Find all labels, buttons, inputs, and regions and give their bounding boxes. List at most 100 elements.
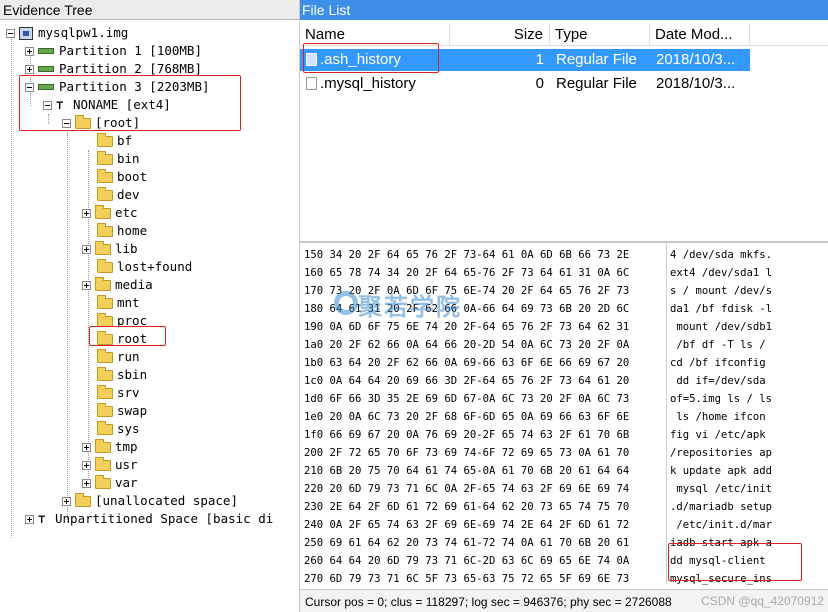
- tree-node-folder[interactable]: bf: [97, 132, 132, 150]
- hex-offset: 240: [304, 519, 324, 531]
- file-row[interactable]: .mysql_history 0 Regular File 2018/10/3.…: [300, 73, 750, 95]
- hex-row: 230 2E 64 2F 6D 61 72 69 61-64 62 20 73 …: [304, 498, 629, 516]
- tree-node-folder[interactable]: boot: [97, 168, 147, 186]
- hex-row: 1d0 6F 66 3D 35 2E 69 6D 67-0A 6C 73 20 …: [304, 390, 629, 408]
- tree-node-folder[interactable]: home: [97, 222, 147, 240]
- tree-node-folder[interactable]: lost+found: [97, 258, 192, 276]
- tree-node-folder[interactable]: bin: [97, 150, 140, 168]
- watermark-text: 聚若学院: [358, 294, 462, 321]
- hex-row: 1a0 20 2F 62 66 0A 64 66 20-2D 54 0A 6C …: [304, 336, 629, 354]
- tree-node-folder[interactable]: etc: [82, 204, 138, 222]
- expand-toggle[interactable]: [82, 208, 91, 218]
- tree-node-folder[interactable]: srv: [97, 384, 140, 402]
- hex-row: 220 20 6D 79 73 71 6C 0A 2F-65 74 63 2F …: [304, 480, 629, 498]
- collapse-toggle[interactable]: [6, 28, 15, 38]
- tree-node-label: usr: [115, 457, 138, 472]
- hex-divider: [666, 243, 667, 583]
- column-header-type[interactable]: Type: [550, 24, 650, 46]
- watermark-logo-icon: [334, 291, 358, 315]
- hex-row: 270 6D 79 73 71 6C 5F 73 65-63 75 72 65 …: [304, 570, 629, 588]
- tree-node-label: swap: [117, 403, 148, 418]
- tree-node-unpartitioned[interactable]: ⊤ Unpartitioned Space [basic di: [25, 510, 273, 528]
- expand-toggle[interactable]: [82, 280, 91, 290]
- file-size: 0: [535, 75, 544, 92]
- partition-icon: [38, 66, 54, 72]
- ascii-row: /repositories ap: [670, 447, 773, 459]
- expand-toggle[interactable]: [82, 244, 91, 254]
- file-date: 2018/10/3...: [656, 51, 736, 68]
- tree-node-folder[interactable]: media: [82, 276, 153, 294]
- hex-offset: 1c0: [304, 375, 324, 387]
- tree-node-folder[interactable]: run: [97, 348, 140, 366]
- tree-node-label: [unallocated space]: [95, 493, 238, 508]
- column-header-size[interactable]: Size: [450, 24, 550, 46]
- tree-node-label: mysqlpw1.img: [38, 25, 129, 40]
- filesystem-icon: ⊤: [38, 512, 46, 526]
- hex-bytes: 20 0A 6C 73 20 2F 68 6F-6D 65 0A 69 66 6…: [329, 411, 630, 423]
- tree-node-folder[interactable]: mnt: [97, 294, 140, 312]
- hex-offset: 250: [304, 537, 324, 549]
- file-size: 1: [535, 51, 544, 68]
- expand-toggle[interactable]: [25, 46, 34, 56]
- folder-icon: [97, 222, 113, 237]
- hex-bytes: 63 64 20 2F 62 66 0A 69-66 63 6F 6E 66 6…: [329, 357, 630, 369]
- csdn-watermark: CSDN @qq_42070912: [701, 594, 824, 608]
- hex-bytes: 20 6D 79 73 71 6C 0A 2F-65 74 63 2F 69 6…: [329, 483, 630, 495]
- tree-node-folder[interactable]: swap: [97, 402, 147, 420]
- evidence-tree-title: Evidence Tree: [0, 0, 299, 20]
- expand-toggle[interactable]: [25, 514, 34, 524]
- folder-icon: [75, 492, 91, 507]
- tree-node-folder[interactable]: tmp: [82, 438, 138, 456]
- file-list-panel: File List Name Size Type Date Mod... .as…: [300, 0, 828, 240]
- column-header-date[interactable]: Date Mod...: [650, 24, 750, 46]
- hex-offset: 150: [304, 249, 324, 261]
- folder-icon: [97, 402, 113, 417]
- highlight-box-ash-history: [303, 43, 439, 73]
- tree-node-label: run: [117, 349, 140, 364]
- tree-node-label: home: [117, 223, 148, 238]
- hex-offset: 210: [304, 465, 324, 477]
- hex-bytes: 6D 79 73 71 6C 5F 73 65-63 75 72 65 5F 6…: [329, 573, 630, 585]
- ascii-row: fig vi /etc/apk: [670, 429, 766, 441]
- hex-view-panel[interactable]: 150 34 20 2F 64 65 76 2F 73-64 61 0A 6D …: [300, 241, 828, 612]
- hex-offset: 1e0: [304, 411, 324, 423]
- expand-toggle[interactable]: [82, 442, 91, 452]
- folder-icon: [97, 150, 113, 165]
- tree-node-unallocated[interactable]: [unallocated space]: [62, 492, 238, 510]
- hex-offset: 230: [304, 501, 324, 513]
- partition-icon: [38, 48, 54, 54]
- tree-node-folder[interactable]: usr: [82, 456, 138, 474]
- tree-node-folder[interactable]: var: [82, 474, 138, 492]
- hex-bytes: 0A 6D 6F 75 6E 74 20 2F-64 65 76 2F 73 6…: [329, 321, 630, 333]
- expand-toggle[interactable]: [82, 478, 91, 488]
- tree-node-label: media: [115, 277, 153, 292]
- tree-node-folder[interactable]: dev: [97, 186, 140, 204]
- folder-icon: [95, 456, 111, 471]
- tree-node-label: srv: [117, 385, 140, 400]
- hex-bytes: 34 20 2F 64 65 76 2F 73-64 61 0A 6D 6B 6…: [329, 249, 630, 261]
- expand-toggle[interactable]: [62, 496, 71, 506]
- highlight-box-root-folder: [89, 326, 166, 346]
- hex-bytes: 20 2F 62 66 0A 64 66 20-2D 54 0A 6C 73 2…: [329, 339, 630, 351]
- ascii-row: ext4 /dev/sda1 l: [670, 267, 773, 279]
- file-type: Regular File: [556, 51, 637, 68]
- hex-offset: 180: [304, 303, 324, 315]
- file-name: .mysql_history: [320, 75, 416, 92]
- tree-node-folder[interactable]: sbin: [97, 366, 147, 384]
- folder-icon: [95, 240, 111, 255]
- tree-node-folder[interactable]: sys: [97, 420, 140, 438]
- expand-toggle[interactable]: [25, 64, 34, 74]
- expand-toggle[interactable]: [82, 460, 91, 470]
- tree-node-label: etc: [115, 205, 138, 220]
- tree-node-image[interactable]: mysqlpw1.img: [6, 24, 128, 42]
- hex-row: 1f0 66 69 67 20 0A 76 69 20-2F 65 74 63 …: [304, 426, 629, 444]
- hex-bytes: 0A 64 64 20 69 66 3D 2F-64 65 76 2F 73 6…: [329, 375, 630, 387]
- hex-offset: 190: [304, 321, 324, 333]
- ascii-row: s / mount /dev/s: [670, 285, 773, 297]
- tree-node-partition-1[interactable]: Partition 1 [100MB]: [25, 42, 202, 60]
- hex-bytes: 0A 2F 65 74 63 2F 69 6E-69 74 2E 64 2F 6…: [329, 519, 630, 531]
- tree-node-folder[interactable]: lib: [82, 240, 138, 258]
- file-list-title: File List: [300, 0, 828, 20]
- hex-row: 150 34 20 2F 64 65 76 2F 73-64 61 0A 6D …: [304, 246, 629, 264]
- hex-offset: 260: [304, 555, 324, 567]
